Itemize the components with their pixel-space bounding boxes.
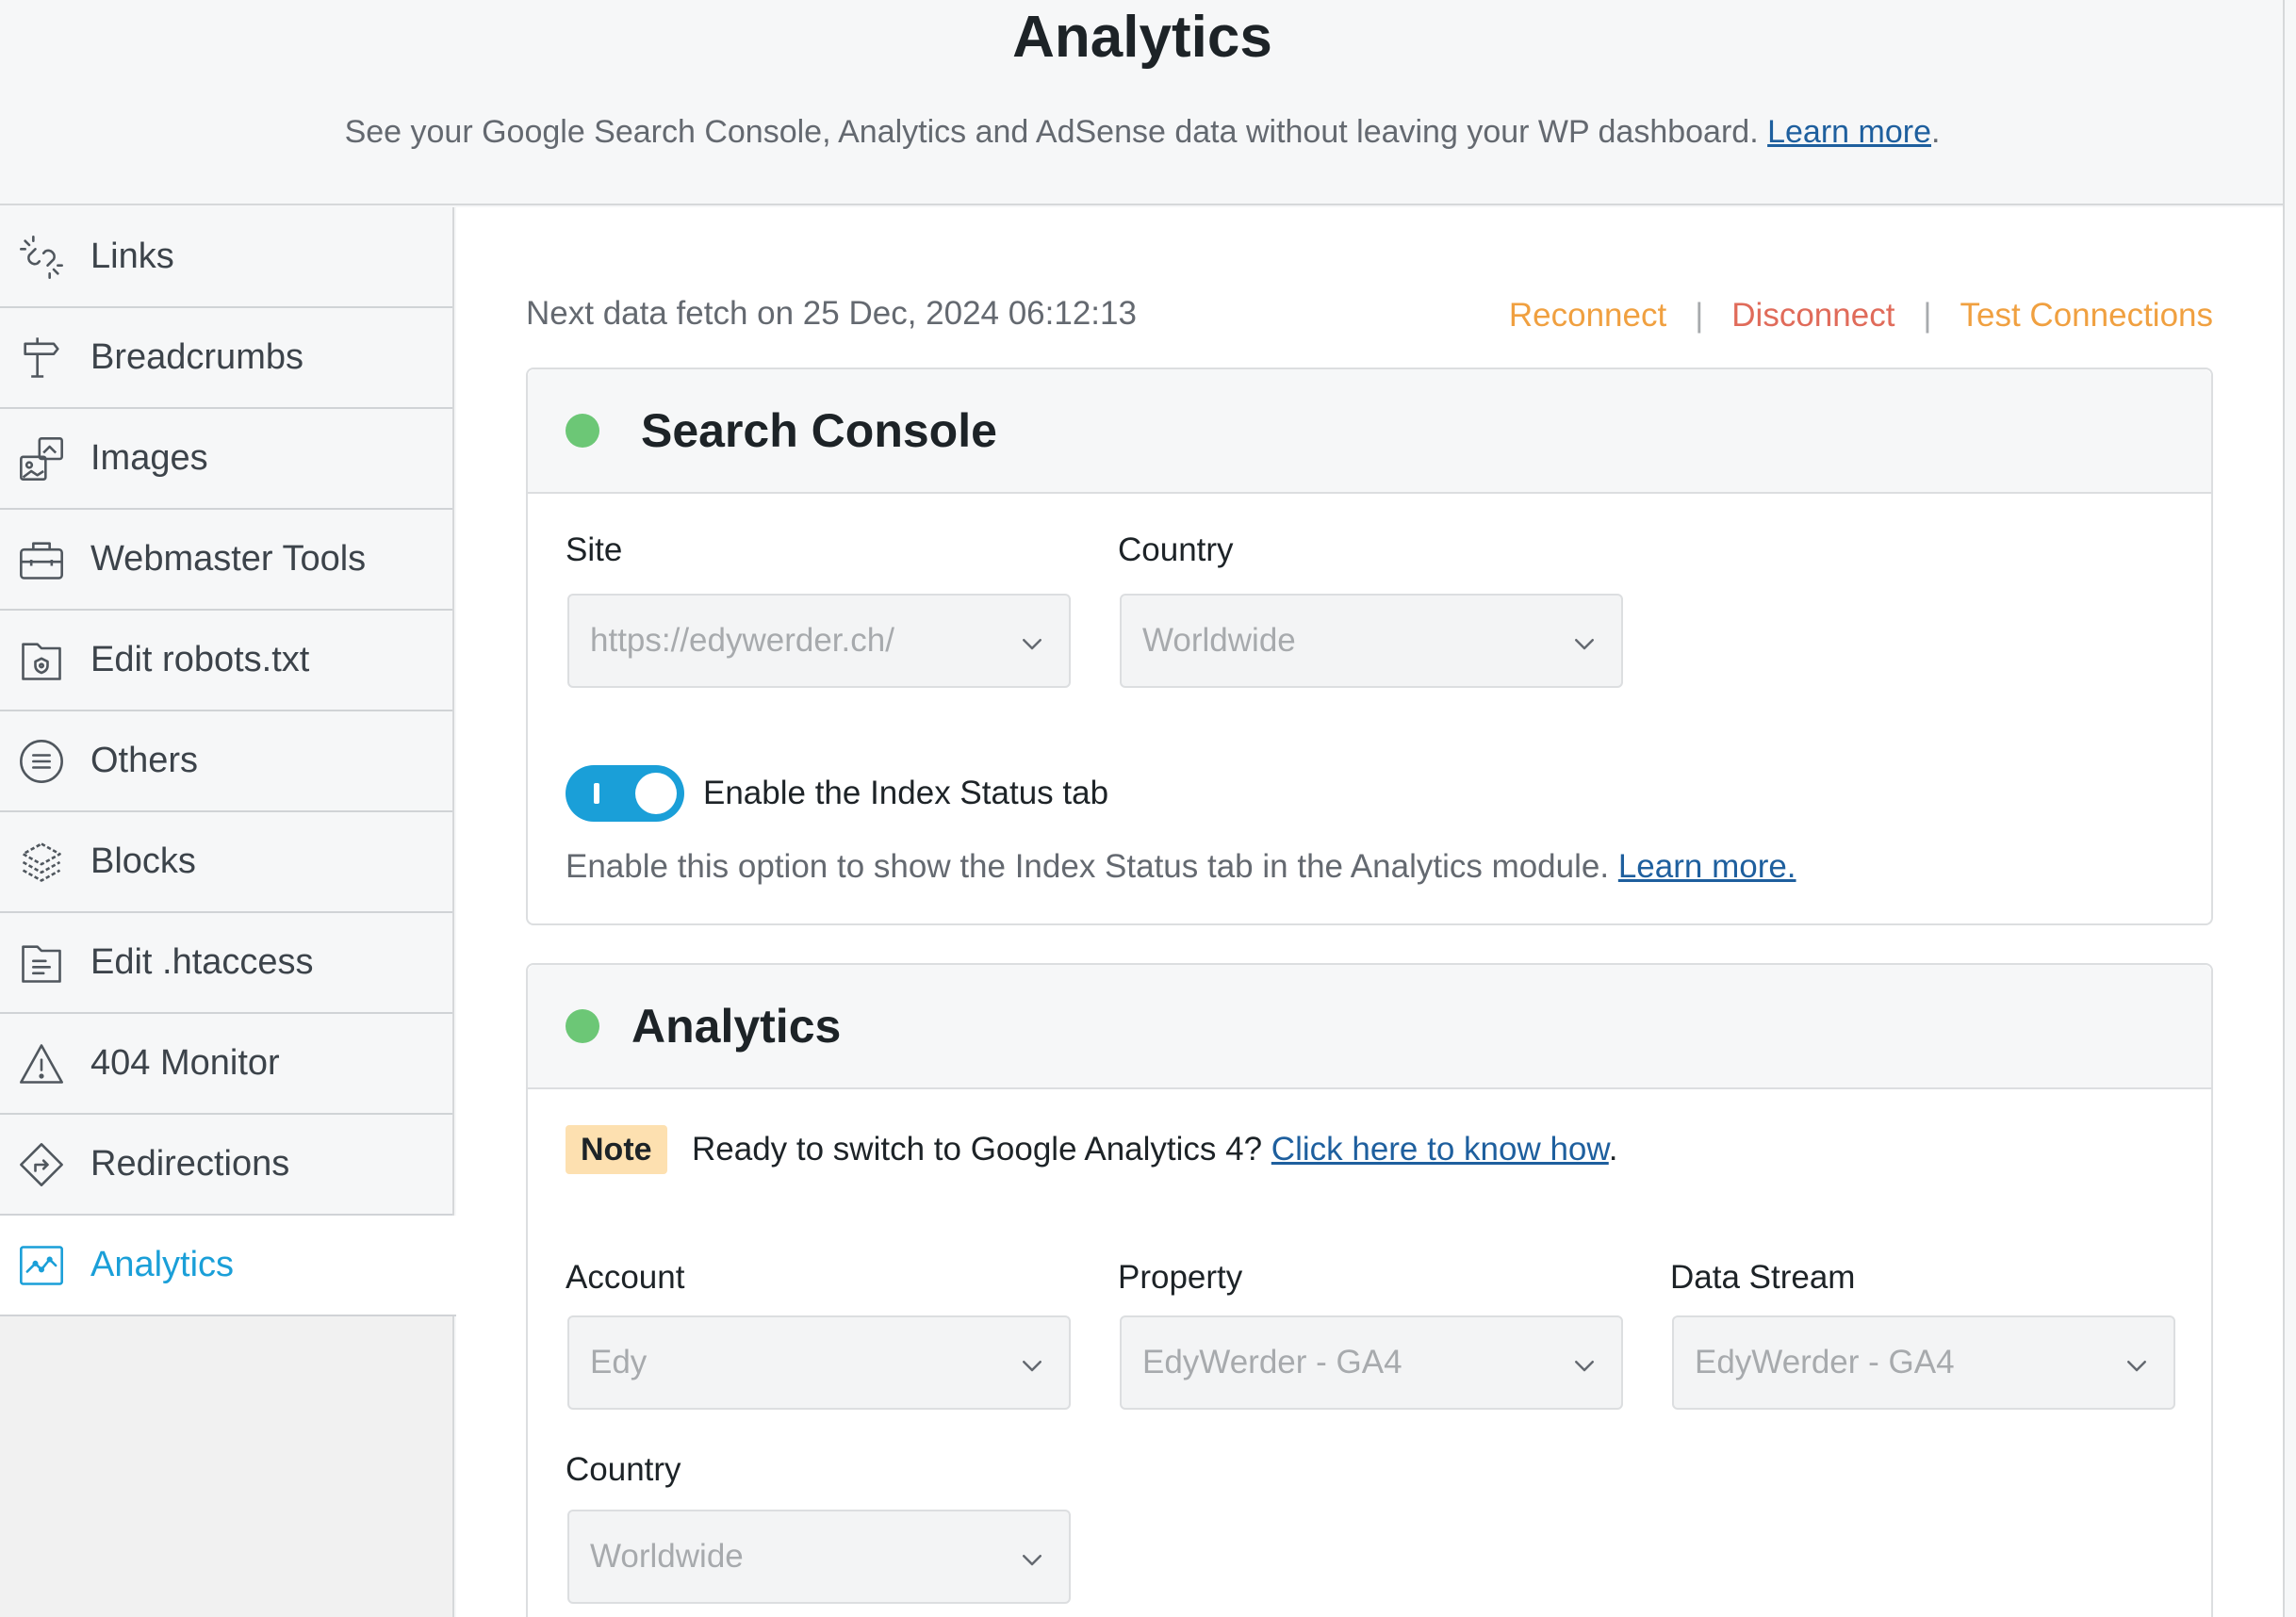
sidebar-item-label: Images [90, 438, 208, 478]
warning-icon [17, 1039, 66, 1088]
index-status-description: Enable this option to show the Index Sta… [566, 846, 1796, 888]
analytics-country-select-value: Worldwide [590, 1538, 744, 1575]
site-select-value: https://edywerder.ch/ [590, 622, 894, 659]
next-fetch-text: Next data fetch on 25 Dec, 2024 06:12:13 [526, 295, 1137, 332]
sidebar-item-label: Breadcrumbs [90, 337, 303, 377]
sidebar-item-redirections[interactable]: Redirections [0, 1115, 452, 1216]
sidebar-item-label: Analytics [90, 1245, 235, 1284]
action-separator: | [1695, 297, 1704, 334]
analytics-country-select[interactable]: Worldwide [567, 1510, 1071, 1604]
property-label: Property [1118, 1259, 1243, 1296]
sidebar-item-label: Others [90, 741, 199, 780]
fetch-row: Next data fetch on 25 Dec, 2024 06:12:13… [526, 290, 2213, 337]
country-select[interactable]: Worldwide [1120, 594, 1623, 688]
search-console-title: Search Console [641, 404, 997, 457]
blocks-icon [17, 838, 66, 887]
images-icon [17, 434, 66, 483]
subtitle-text: See your Google Search Console, Analytic… [344, 114, 1759, 150]
page: Analytics See your Google Search Console… [0, 0, 2296, 1617]
property-select[interactable]: EdyWerder - GA4 [1120, 1315, 1623, 1410]
chevron-down-icon [2127, 1361, 2146, 1372]
analytics-title: Analytics [631, 1000, 842, 1053]
redirect-icon [17, 1140, 66, 1189]
sidebar-item-edit-htaccess[interactable]: Edit .htaccess [0, 913, 452, 1014]
sidebar-item-links[interactable]: Links [0, 207, 452, 308]
page-subtitle: See your Google Search Console, Analytic… [344, 114, 1941, 150]
sidebar-item-label: 404 Monitor [90, 1043, 280, 1083]
main-content: Next data fetch on 25 Dec, 2024 06:12:13… [456, 207, 2283, 1617]
toggle-knob [635, 773, 677, 814]
note-badge: Note [566, 1125, 667, 1174]
search-console-card: Search Console Site https://edywerder.ch… [526, 368, 2213, 925]
status-dot [566, 414, 599, 448]
sidebar-item-webmaster-tools[interactable]: Webmaster Tools [0, 510, 452, 611]
account-select-value: Edy [590, 1344, 648, 1380]
account-label: Account [566, 1259, 685, 1296]
sidebar-item-404-monitor[interactable]: 404 Monitor [0, 1014, 452, 1115]
sidebar-item-label: Blocks [90, 841, 196, 881]
analytics-header: Analytics [528, 965, 2211, 1089]
property-select-value: EdyWerder - GA4 [1142, 1344, 1402, 1380]
country-label: Country [1118, 531, 1234, 568]
header-learn-more-link[interactable]: Learn more [1767, 114, 1931, 150]
note-period: . [1608, 1131, 1618, 1168]
site-select[interactable]: https://edywerder.ch/ [567, 594, 1071, 688]
note-text: Ready to switch to Google Analytics 4? [692, 1131, 1263, 1168]
sidebar-item-edit-robots[interactable]: Edit robots.txt [0, 611, 452, 711]
description-text: Enable this option to show the Index Sta… [566, 848, 1610, 885]
toggle-label: Enable the Index Status tab [703, 775, 1109, 811]
sidebar-item-breadcrumbs[interactable]: Breadcrumbs [0, 308, 452, 409]
note-message: Ready to switch to Google Analytics 4? C… [692, 1125, 1617, 1174]
status-dot [566, 1009, 599, 1043]
sidebar-item-others[interactable]: Others [0, 711, 452, 812]
search-console-header: Search Console [528, 369, 2211, 494]
analytics-card: Analytics Note Ready to switch to Google… [526, 963, 2213, 1617]
chevron-down-icon [1575, 1361, 1594, 1372]
analytics-icon [17, 1241, 66, 1290]
sidebar-item-label: Redirections [90, 1144, 290, 1184]
sidebar-item-label: Links [90, 237, 174, 276]
test-connections-button[interactable]: Test Connections [1960, 292, 2213, 339]
data-stream-label: Data Stream [1670, 1259, 1856, 1296]
connection-actions: Reconnect | Disconnect | Test Connection… [1509, 292, 2213, 339]
index-status-learn-more-link[interactable]: Learn more. [1618, 848, 1796, 885]
disconnect-button[interactable]: Disconnect [1731, 292, 1894, 339]
sidebar-item-label: Edit robots.txt [90, 640, 310, 679]
site-label: Site [566, 531, 623, 568]
chevron-down-icon [1023, 639, 1041, 650]
page-header: Analytics See your Google Search Console… [0, 0, 2285, 205]
sidebar: Links Breadcrumbs Images Webmaster Tools… [0, 207, 456, 1617]
sidebar-item-analytics[interactable]: Analytics [0, 1216, 456, 1316]
index-status-toggle[interactable] [566, 765, 684, 822]
robots-file-icon [17, 636, 66, 685]
toolbox-icon [17, 535, 66, 584]
links-icon [17, 233, 66, 282]
page-title: Analytics [1012, 5, 1272, 70]
data-stream-select[interactable]: EdyWerder - GA4 [1672, 1315, 2175, 1410]
sidebar-item-images[interactable]: Images [0, 409, 452, 510]
sidebar-item-label: Webmaster Tools [90, 539, 367, 579]
ga4-know-how-link[interactable]: Click here to know how [1271, 1131, 1609, 1168]
country-select-value: Worldwide [1142, 622, 1296, 659]
data-stream-select-value: EdyWerder - GA4 [1695, 1344, 1955, 1380]
account-select[interactable]: Edy [567, 1315, 1071, 1410]
chevron-down-icon [1575, 639, 1594, 650]
reconnect-button[interactable]: Reconnect [1509, 292, 1666, 339]
list-circle-icon [17, 737, 66, 786]
window-edge [2283, 0, 2285, 1617]
chevron-down-icon [1023, 1361, 1041, 1372]
action-separator: | [1923, 297, 1932, 334]
analytics-country-label: Country [566, 1451, 681, 1488]
sidebar-item-blocks[interactable]: Blocks [0, 812, 452, 913]
signpost-icon [17, 334, 66, 383]
sidebar-item-label: Edit .htaccess [90, 942, 314, 982]
toggle-on-mark [594, 783, 599, 804]
htaccess-file-icon [17, 939, 66, 988]
chevron-down-icon [1023, 1555, 1041, 1566]
